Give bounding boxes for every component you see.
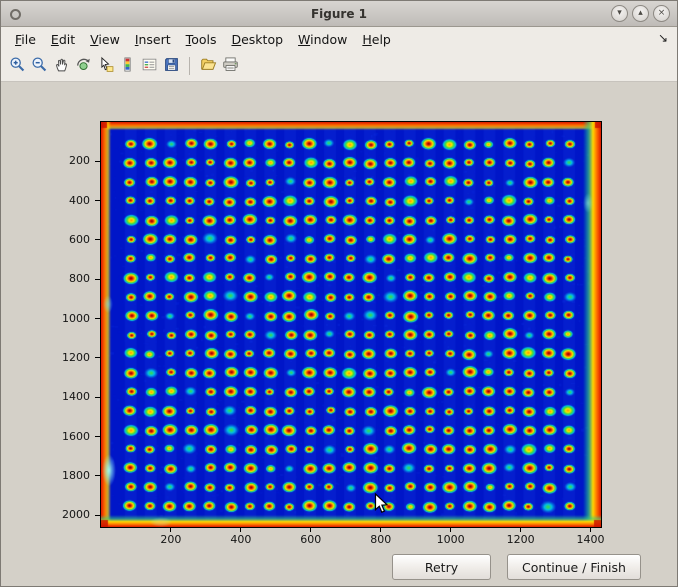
action-buttons: Retry Continue / Finish [392, 554, 641, 580]
y-tick-label: 1200 [1, 351, 90, 364]
dock-figure-icon[interactable]: ↘ [658, 31, 668, 45]
menu-item-tools[interactable]: Tools [186, 32, 217, 47]
menu-bar: ↘ File Edit View Insert Tools Desktop Window He… [1, 27, 677, 51]
close-button[interactable]: × [653, 5, 670, 22]
menu-item-file[interactable]: File [15, 32, 36, 47]
zoom-out-button[interactable] [28, 54, 50, 78]
x-tick-label: 1400 [577, 533, 605, 546]
x-tick [520, 528, 521, 532]
open-folder-icon [200, 56, 217, 77]
window-menu-icon[interactable] [10, 9, 21, 20]
menu-item-view[interactable]: View [90, 32, 120, 47]
toolbar [1, 51, 677, 82]
y-tick [95, 161, 100, 162]
menu-item-desktop[interactable]: Desktop [231, 32, 283, 47]
insert-colorbar-icon [119, 56, 136, 77]
x-tick [240, 528, 241, 532]
x-tick [380, 528, 381, 532]
maximize-button[interactable]: ▴ [632, 5, 649, 22]
print-icon [222, 56, 239, 77]
window-title: Figure 1 [311, 7, 367, 21]
save-icon [163, 56, 180, 77]
rotate-3d-icon [75, 56, 92, 77]
plot-axes [100, 121, 602, 528]
y-tick-label: 400 [1, 194, 90, 207]
y-tick-label: 200 [1, 154, 90, 167]
y-tick [95, 318, 100, 319]
retry-button[interactable]: Retry [392, 554, 491, 580]
title-bar[interactable]: Figure 1 ▾ ▴ × [1, 1, 677, 27]
insert-colorbar-button[interactable] [116, 54, 138, 78]
y-tick-label: 1400 [1, 390, 90, 403]
x-tick-label: 200 [160, 533, 181, 546]
y-tick [95, 436, 100, 437]
y-tick [95, 357, 100, 358]
menu-item-help[interactable]: Help [362, 32, 391, 47]
y-tick-label: 1800 [1, 469, 90, 482]
zoom-in-button[interactable] [6, 54, 28, 78]
save-button[interactable] [160, 54, 182, 78]
pan-icon [53, 56, 70, 77]
rotate-3d-button[interactable] [72, 54, 94, 78]
x-tick-label: 800 [370, 533, 391, 546]
x-tick [590, 528, 591, 532]
menu-item-edit[interactable]: Edit [51, 32, 75, 47]
y-tick-label: 1000 [1, 312, 90, 325]
x-tick-label: 1000 [437, 533, 465, 546]
y-tick [95, 239, 100, 240]
y-tick [95, 515, 100, 516]
menu-item-window[interactable]: Window [298, 32, 347, 47]
figure-area: Retry Continue / Finish 200 400 600 800 1000… [1, 82, 677, 586]
y-tick [95, 475, 100, 476]
mouse-cursor [374, 493, 389, 515]
y-tick-label: 600 [1, 233, 90, 246]
insert-legend-icon [141, 56, 158, 77]
y-tick [95, 200, 100, 201]
insert-legend-button[interactable] [138, 54, 160, 78]
pan-button[interactable] [50, 54, 72, 78]
x-tick-label: 1200 [507, 533, 535, 546]
y-tick [95, 279, 100, 280]
continue-finish-button[interactable]: Continue / Finish [507, 554, 641, 580]
data-cursor-button[interactable] [94, 54, 116, 78]
y-tick-label: 800 [1, 272, 90, 285]
minimize-icon: ▾ [617, 9, 622, 18]
minimize-button[interactable]: ▾ [611, 5, 628, 22]
y-tick-label: 1600 [1, 430, 90, 443]
x-tick-label: 600 [300, 533, 321, 546]
y-tick-label: 2000 [1, 508, 90, 521]
microarray-image[interactable] [101, 122, 601, 527]
open-folder-button[interactable] [197, 54, 219, 78]
zoom-out-icon [31, 56, 48, 77]
toolbar-separator [189, 57, 190, 75]
x-tick [310, 528, 311, 532]
y-tick [95, 397, 100, 398]
close-icon: × [658, 9, 666, 18]
figure-window: Figure 1 ▾ ▴ × ↘ File Edit View Insert Tools De… [0, 0, 678, 587]
x-tick [450, 528, 451, 532]
zoom-in-icon [9, 56, 26, 77]
x-tick-label: 400 [230, 533, 251, 546]
maximize-icon: ▴ [638, 9, 643, 18]
print-button[interactable] [219, 54, 241, 78]
x-tick [170, 528, 171, 532]
data-cursor-icon [97, 56, 114, 77]
window-controls: ▾ ▴ × [611, 5, 670, 22]
menu-item-insert[interactable]: Insert [135, 32, 171, 47]
